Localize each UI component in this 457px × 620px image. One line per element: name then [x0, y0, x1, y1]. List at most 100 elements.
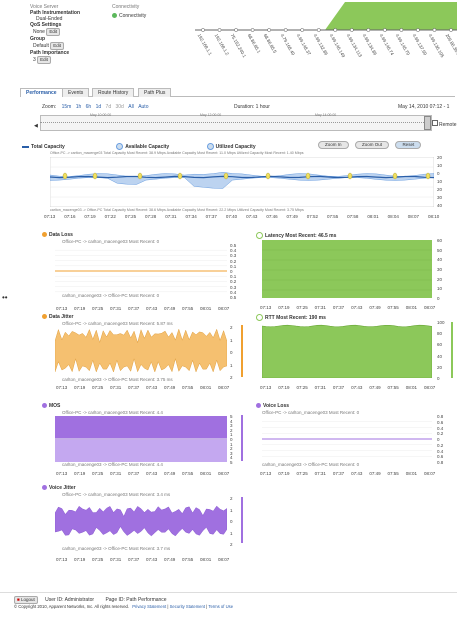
rtt-scrollbar[interactable]: [451, 322, 453, 378]
voice-loss-x-tick: 07:19: [278, 471, 290, 476]
mos-x-tick: 07:31: [110, 471, 122, 476]
zoom-option-1d[interactable]: 1d: [96, 104, 102, 110]
voice-jitter-x-tick: 07:31: [110, 557, 122, 562]
data-loss-x-tick: 07:13: [56, 306, 68, 311]
timeline-scroll-left-icon[interactable]: ◀: [34, 123, 38, 129]
tab-events[interactable]: Events: [62, 88, 90, 97]
latency-y-tick: 20: [437, 276, 443, 282]
rtt-y-tick: 40: [437, 353, 443, 359]
data-loss-title: Data Loss: [42, 232, 73, 238]
route-hop-marker[interactable]: [366, 28, 371, 32]
capacity-event-marker[interactable]: [92, 172, 98, 180]
importance-edit-button[interactable]: Edit: [37, 56, 51, 64]
capacity-x-tick: 07:25: [124, 214, 137, 219]
qos-edit-button[interactable]: Edit: [46, 28, 61, 36]
zoom-row: Zoom: 15m 1h 6h 1d 7d 30d All Auto: [42, 104, 148, 110]
route-hop-marker[interactable]: [399, 28, 404, 32]
capacity-y-tick: 40: [437, 203, 443, 208]
latency-icon: [256, 232, 263, 239]
footer-copyright-row: © Copyright 2010, Apparent Networks, Inc…: [14, 604, 234, 609]
capacity-event-marker[interactable]: [305, 172, 311, 180]
voice-jitter-scrollbar[interactable]: [241, 497, 243, 543]
zoom-option-6h[interactable]: 6h: [86, 104, 92, 110]
capacity-event-marker[interactable]: [223, 172, 229, 180]
mos-scrollbar[interactable]: [241, 415, 243, 461]
data-jitter-y-tick: 2: [230, 325, 233, 330]
capacity-event-marker[interactable]: [347, 172, 353, 180]
data-jitter-scrollbar[interactable]: [241, 325, 243, 377]
zoom-option-15m[interactable]: 15m: [62, 104, 72, 110]
remote-toggle[interactable]: Remote: [432, 120, 457, 128]
route-hop-label: 4.79.168.49: [279, 33, 296, 57]
security-link[interactable]: Security Statement: [170, 604, 205, 609]
data-loss-title-text: Data Loss: [49, 232, 73, 238]
privacy-link[interactable]: Privacy Statement: [132, 604, 166, 609]
data-jitter-x-tick: 07:55: [182, 385, 194, 390]
rtt-y-tick: 80: [437, 331, 443, 337]
latency-y-tick: 40: [437, 257, 443, 263]
latency-x-tick: 07:13: [260, 305, 272, 310]
data-loss-x-tick: 07:49: [164, 306, 176, 311]
route-hop-marker[interactable]: [316, 28, 321, 32]
rtt-y-tick: 20: [437, 364, 443, 370]
zoom-in-button[interactable]: Zoom In: [318, 141, 349, 149]
route-hop-marker[interactable]: [250, 28, 255, 32]
zoom-actions: Zoom In Zoom Out Reset: [318, 133, 422, 151]
capacity-event-marker[interactable]: [265, 172, 271, 180]
tab-performance[interactable]: Performance: [20, 88, 63, 97]
capacity-event-marker[interactable]: [177, 172, 183, 180]
latency-x-tick: 07:31: [314, 305, 326, 310]
capacity-y-tick: 20: [437, 187, 443, 192]
capacity-bottom-caption: carlton_macenge03 -> Office-PC Total Cap…: [50, 208, 304, 212]
route-hop-marker[interactable]: [383, 28, 387, 32]
tab-path-plus[interactable]: Path Plus: [138, 88, 172, 97]
capacity-x-tick: 07:13: [44, 214, 56, 219]
rtt-x-tick: 07:55: [387, 385, 399, 390]
logout-button[interactable]: ■ Logout: [14, 596, 38, 604]
voice-jitter-y-tick: 1: [230, 530, 233, 536]
terms-link[interactable]: Terms of Use: [208, 604, 233, 609]
capacity-event-marker[interactable]: [137, 172, 143, 180]
route-hop-marker[interactable]: [349, 28, 354, 32]
route-hop-marker[interactable]: [217, 28, 222, 32]
voice-loss-x-tick: 08:01: [405, 471, 418, 476]
route-hop-marker[interactable]: [267, 28, 271, 32]
route-hop-marker[interactable]: [432, 28, 437, 32]
capacity-event-marker[interactable]: [392, 172, 398, 180]
zoom-option-30d[interactable]: 30d: [116, 104, 124, 110]
reset-button[interactable]: Reset: [395, 141, 422, 149]
route-hop-label: 4.69.134.86: [361, 33, 379, 57]
voice-loss-title-text: Voice Loss: [263, 403, 290, 409]
zoom-option-1h[interactable]: 1h: [76, 104, 82, 110]
voice-loss-y-tick: 0: [437, 437, 440, 442]
route-hop-marker[interactable]: [201, 28, 205, 32]
zoom-option-auto[interactable]: Auto: [138, 104, 148, 110]
route-hop-marker[interactable]: [234, 28, 238, 32]
capacity-event-marker[interactable]: [425, 172, 431, 180]
timeline-label-2: May 12:00:00: [200, 113, 222, 117]
rtt-x-tick: 07:49: [369, 385, 381, 390]
voice-jitter-top-caption: Office-PC -> carlton_macenge03 Most Rece…: [62, 492, 171, 497]
timeline-handle[interactable]: [424, 116, 431, 130]
zoom-option-all[interactable]: All: [128, 104, 134, 110]
group-edit-button[interactable]: Edit: [50, 42, 64, 50]
route-hop-marker[interactable]: [333, 28, 338, 32]
route-hop-marker[interactable]: [449, 28, 453, 32]
zoom-out-button[interactable]: Zoom Out: [354, 141, 389, 149]
legend-utilized-capacity: Utilized Capacity: [215, 143, 256, 150]
zoom-option-7d[interactable]: 7d: [106, 104, 112, 110]
capacity-x-tick: 07:40: [225, 214, 238, 219]
route-hop-marker[interactable]: [416, 28, 420, 32]
connectivity-label: Connectivity: [112, 4, 140, 10]
voice-jitter-x-tick: 07:43: [146, 557, 158, 562]
route-hop-marker[interactable]: [283, 28, 288, 32]
latency-x-tick: 08:07: [424, 305, 436, 310]
capacity-event-marker[interactable]: [62, 172, 68, 180]
voice-loss-x-tick: 07:25: [296, 471, 308, 476]
tab-route-history[interactable]: Route History: [92, 88, 135, 97]
route-hop-label: 4.69.132.86: [312, 33, 329, 57]
data-loss-x-tick: 07:19: [74, 306, 86, 311]
route-hop-label: 4.69.137.69: [411, 33, 428, 57]
route-hop-marker[interactable]: [300, 28, 305, 32]
data-jitter-x-tick: 07:19: [74, 385, 86, 390]
